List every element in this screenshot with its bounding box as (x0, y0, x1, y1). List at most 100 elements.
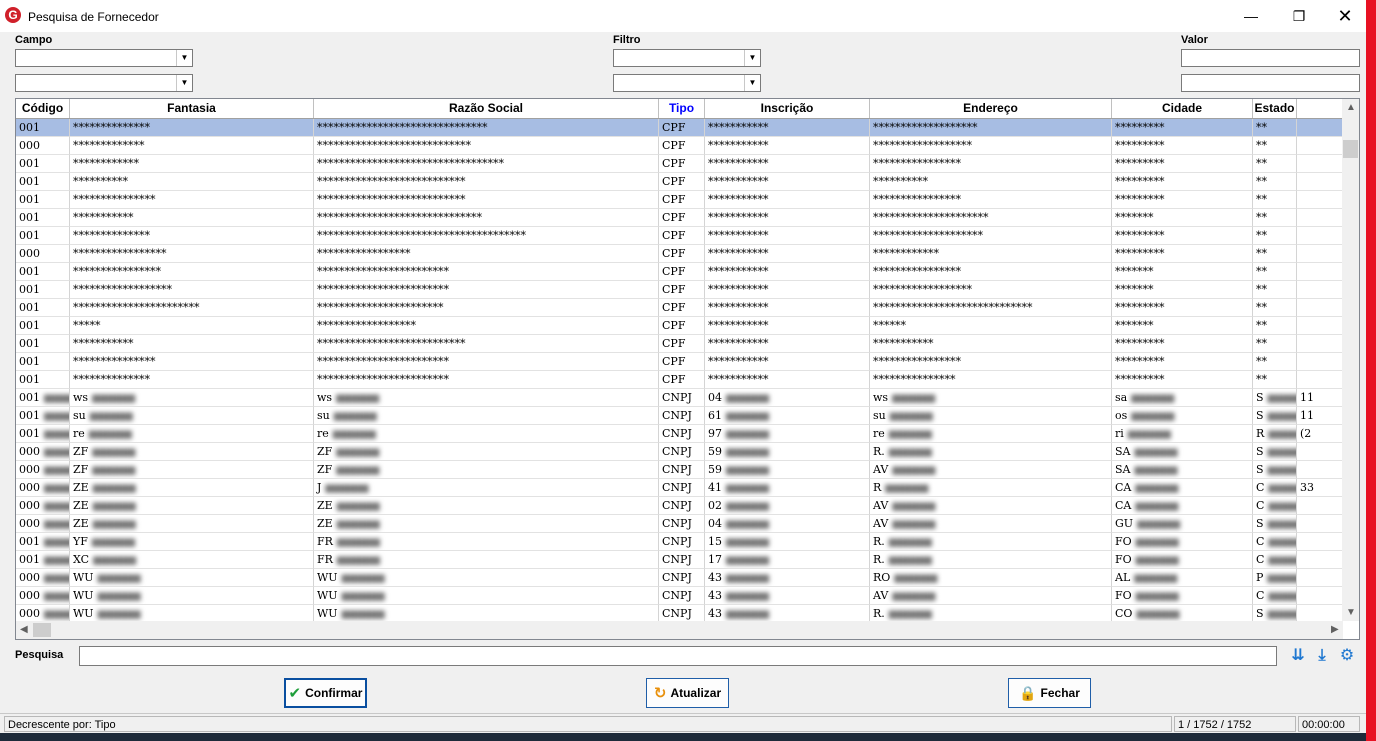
cell-codigo: 001 ████████ (16, 389, 70, 407)
refresh-button[interactable]: ↻ Atualizar (646, 678, 729, 708)
cell-fantasia: *********** (70, 209, 314, 227)
close-window-icon[interactable]: ✕ (1322, 0, 1368, 32)
redacted-text: ████████ (892, 395, 936, 403)
table-row[interactable]: 000████████ZE████████J████████CNPJ41████… (16, 479, 1343, 497)
table-row[interactable]: 001*************************************… (16, 299, 1343, 317)
table-row[interactable]: 001*************************************… (16, 173, 1343, 191)
redacted-text: ████████ (892, 467, 936, 475)
filtro-combo-2[interactable]: ▼ (613, 74, 761, 92)
table-row[interactable]: 000 ***************** ***************** CPF… (16, 245, 1343, 263)
table-row[interactable]: 001*************************************… (16, 263, 1343, 281)
column-header[interactable]: Inscrição (705, 99, 870, 118)
table-row[interactable]: 001████████su████████su████████CNPJ61███… (16, 407, 1343, 425)
horizontal-scrollbar[interactable]: ◀ ▶ (16, 621, 1343, 639)
scroll-down-icon[interactable]: ▼ (1346, 607, 1356, 618)
table-row[interactable]: 001*************************************… (16, 281, 1343, 299)
cell-text: **************** (873, 355, 961, 368)
scroll-left-icon[interactable]: ◀ (20, 624, 28, 635)
redacted-text: ████████ (97, 575, 141, 583)
redacted-text: ████████ (892, 593, 936, 601)
close-button[interactable]: 🔒 Fechar (1008, 678, 1091, 708)
cell-text: ** (1256, 301, 1267, 314)
cell-codigo: 000 ████████ (16, 587, 70, 605)
confirm-button[interactable]: ✔ Confirmar (284, 678, 367, 708)
table-row[interactable]: 001████████ws████████ws████████CNPJ04███… (16, 389, 1343, 407)
cell-codigo: 001 (16, 191, 70, 209)
cell-text: 000 (19, 571, 40, 584)
redacted-text: ████████ (1267, 467, 1296, 475)
cell-text: CA (1115, 499, 1132, 512)
filtro-combo-1[interactable]: ▼ (613, 49, 761, 67)
vertical-scroll-thumb[interactable] (1343, 140, 1358, 158)
table-row[interactable]: 000████████ZF████████ZF████████CNPJ59███… (16, 461, 1343, 479)
redacted-text: ████████ (726, 449, 770, 457)
table-row[interactable]: 001*************************************… (16, 227, 1343, 245)
search-input[interactable] (79, 646, 1277, 666)
cell-text: ********* (1115, 193, 1165, 206)
chevron-down-icon[interactable]: ▼ (176, 75, 192, 91)
cell-text: 001 (19, 301, 40, 314)
cell-tipo: CPF (659, 227, 705, 245)
cell-fantasia: su ████████ (70, 407, 314, 425)
expand-all-icon[interactable]: ⇊ (1289, 647, 1307, 665)
cell-text: *********************** (73, 301, 200, 314)
column-header[interactable]: Estado (1253, 99, 1297, 118)
vertical-scrollbar[interactable]: ▲ ▼ (1342, 99, 1359, 621)
table-row[interactable]: 000████████ZF████████ZF████████CNPJ59███… (16, 443, 1343, 461)
cell-text: 59 (708, 445, 722, 458)
chevron-down-icon[interactable]: ▼ (176, 50, 192, 66)
table-row[interactable]: 001████████XC████████FR████████CNPJ17███… (16, 551, 1343, 569)
table-row[interactable]: 001*************************************… (16, 335, 1343, 353)
table-row[interactable]: 001*************************************… (16, 155, 1343, 173)
redacted-text: ████████ (44, 395, 69, 403)
minimize-icon[interactable]: — (1228, 0, 1274, 32)
table-row[interactable]: 001*************************************… (16, 191, 1343, 209)
cell-text: XC (73, 553, 90, 566)
cell-estado: C████████ (1253, 587, 1297, 605)
table-row[interactable]: 001████████re████████re████████CNPJ97███… (16, 425, 1343, 443)
horizontal-scroll-thumb[interactable] (33, 623, 51, 637)
table-row[interactable]: 000████████ZE████████ZE████████CNPJ04███… (16, 515, 1343, 533)
cell-text: CNPJ (662, 481, 692, 494)
cell-text: CNPJ (662, 607, 692, 620)
gear-icon[interactable]: ⚙ (1338, 647, 1356, 665)
table-row[interactable]: 000████████WU████████WU████████CNPJ43███… (16, 569, 1343, 587)
column-header[interactable]: Código (16, 99, 70, 118)
cell-text: ZF (317, 445, 333, 458)
column-header[interactable]: Endereço (870, 99, 1112, 118)
expand-to-bottom-icon[interactable]: ⤓ (1313, 647, 1331, 665)
table-row[interactable]: 001*************************************… (16, 119, 1343, 137)
table-row[interactable]: 000████████ZE████████ZE████████CNPJ02███… (16, 497, 1343, 515)
cell-endereco: ********** (870, 173, 1112, 191)
table-row[interactable]: 001 ***** ****************** CPF ***********… (16, 317, 1343, 335)
table-row[interactable]: 000 ************* ************************… (16, 137, 1343, 155)
scroll-up-icon[interactable]: ▲ (1346, 102, 1356, 113)
table-row[interactable]: 001*************************************… (16, 371, 1343, 389)
cell-text: ********* (1115, 139, 1165, 152)
table-row[interactable]: 001*************************************… (16, 353, 1343, 371)
table-row[interactable]: 000████████WU████████WU████████CNPJ43███… (16, 587, 1343, 605)
cell-text: ** (1256, 283, 1267, 296)
table-row[interactable]: 001*************************************… (16, 209, 1343, 227)
maximize-icon[interactable]: ❐ (1276, 0, 1322, 32)
supplier-grid[interactable]: Código Fantasia Razão Social Tipo Inscrição E… (15, 98, 1360, 640)
cell-text: ws (73, 391, 89, 404)
cell-text: 43 (708, 589, 722, 602)
cell-text: CPF (662, 319, 686, 332)
valor-input-1[interactable] (1181, 49, 1360, 67)
column-header[interactable]: Tipo (659, 99, 705, 118)
column-header[interactable]: Fantasia (70, 99, 314, 118)
cell-text: FO (1115, 553, 1132, 566)
cell-text: *********** (708, 229, 769, 242)
cell-endereco: R. ████████ (870, 533, 1112, 551)
chevron-down-icon[interactable]: ▼ (744, 50, 760, 66)
column-header[interactable]: Razão Social (314, 99, 659, 118)
campo-combo-2[interactable]: ▼ (15, 74, 193, 92)
table-row[interactable]: 001████████YF████████FR████████CNPJ15███… (16, 533, 1343, 551)
cell-estado: ** (1253, 335, 1297, 353)
valor-input-2[interactable] (1181, 74, 1360, 92)
scroll-right-icon[interactable]: ▶ (1331, 624, 1339, 635)
column-header[interactable]: Cidade (1112, 99, 1253, 118)
campo-combo-1[interactable]: ▼ (15, 49, 193, 67)
chevron-down-icon[interactable]: ▼ (744, 75, 760, 91)
